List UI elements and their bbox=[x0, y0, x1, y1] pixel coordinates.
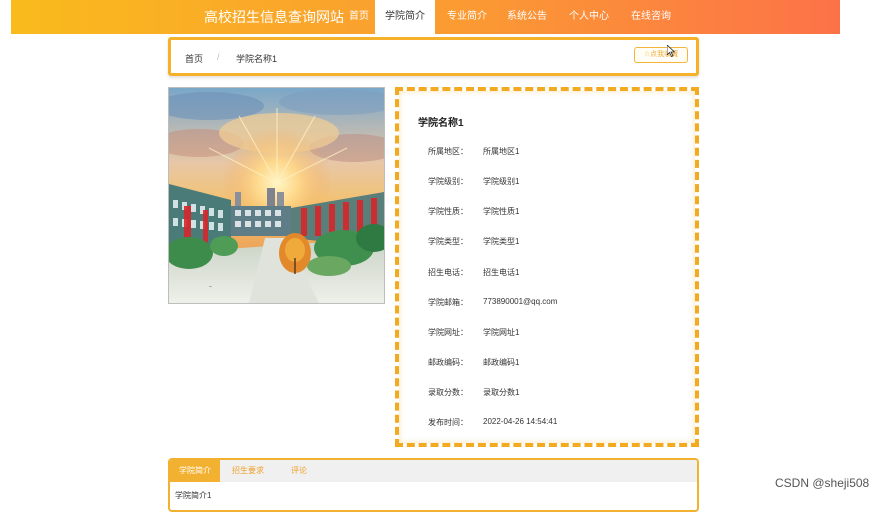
college-name: 学院名称1 bbox=[418, 118, 464, 129]
field-value-type: 学院类型1 bbox=[483, 237, 520, 246]
top-navigation-bar: 高校招生信息查询网站 首页 学院简介 专业简介 系统公告 个人中心 在线咨询 bbox=[11, 0, 840, 34]
tab-content-text: 学院简介1 bbox=[175, 491, 212, 500]
college-info-panel: 学院名称1 所属地区： 所属地区1 学院级别： 学院级别1 学院性质： 学院性质… bbox=[395, 87, 699, 447]
field-value-website: 学院网址1 bbox=[483, 328, 520, 337]
breadcrumb-current: 学院名称1 bbox=[236, 54, 278, 64]
field-label-phone: 招生电话： bbox=[428, 268, 468, 277]
field-value-email: 773890001@qq.com bbox=[483, 297, 558, 306]
breadcrumb-separator: / bbox=[217, 52, 220, 62]
svg-text:~: ~ bbox=[209, 285, 212, 290]
field-value-publish-time: 2022-04-26 14:54:41 bbox=[483, 417, 558, 426]
breadcrumb: 首页 / 学院名称1 ☆点我收藏 bbox=[168, 37, 699, 76]
field-label-region: 所属地区： bbox=[428, 147, 468, 156]
field-value-postcode: 邮政编码1 bbox=[483, 358, 520, 367]
breadcrumb-home[interactable]: 首页 bbox=[185, 52, 203, 65]
field-label-publish-time: 发布时间： bbox=[428, 418, 468, 427]
nav-item-announcements[interactable]: 系统公告 bbox=[499, 0, 555, 34]
watermark: CSDN @sheji508 bbox=[775, 476, 870, 490]
campus-illustration: ~ bbox=[169, 88, 384, 303]
field-label-type: 学院类型： bbox=[428, 237, 468, 246]
site-title[interactable]: 高校招生信息查询网站 bbox=[204, 7, 344, 27]
nav-item-personal-center[interactable]: 个人中心 bbox=[561, 0, 617, 34]
field-value-phone: 招生电话1 bbox=[483, 268, 520, 277]
field-value-admission-score: 录取分数1 bbox=[483, 388, 520, 397]
field-label-level: 学院级别： bbox=[428, 177, 468, 186]
tabs-bar: 学院简介 招生要求 评论 bbox=[170, 460, 697, 482]
field-value-nature: 学院性质1 bbox=[483, 207, 520, 216]
field-label-website: 学院网址： bbox=[428, 328, 468, 337]
tab-admission-requirements[interactable]: 招生要求 bbox=[226, 460, 270, 482]
field-value-level: 学院级别1 bbox=[483, 177, 520, 186]
mouse-cursor-icon bbox=[667, 45, 675, 57]
collect-button[interactable]: ☆点我收藏 bbox=[634, 47, 688, 63]
nav-item-online-consult[interactable]: 在线咨询 bbox=[623, 0, 679, 34]
nav-item-major-intro[interactable]: 专业简介 bbox=[439, 0, 495, 34]
field-value-region: 所属地区1 bbox=[483, 147, 520, 156]
field-label-email: 学院邮箱： bbox=[428, 298, 468, 307]
field-label-admission-score: 录取分数： bbox=[428, 388, 468, 397]
college-photo: ~ bbox=[168, 87, 385, 304]
nav-item-college-intro[interactable]: 学院简介 bbox=[375, 0, 435, 34]
detail-tabs: 学院简介 招生要求 评论 学院简介1 bbox=[168, 458, 699, 512]
tab-comments[interactable]: 评论 bbox=[284, 460, 314, 482]
field-label-nature: 学院性质： bbox=[428, 207, 468, 216]
field-label-postcode: 邮政编码： bbox=[428, 358, 468, 367]
tab-college-intro[interactable]: 学院简介 bbox=[170, 460, 220, 482]
